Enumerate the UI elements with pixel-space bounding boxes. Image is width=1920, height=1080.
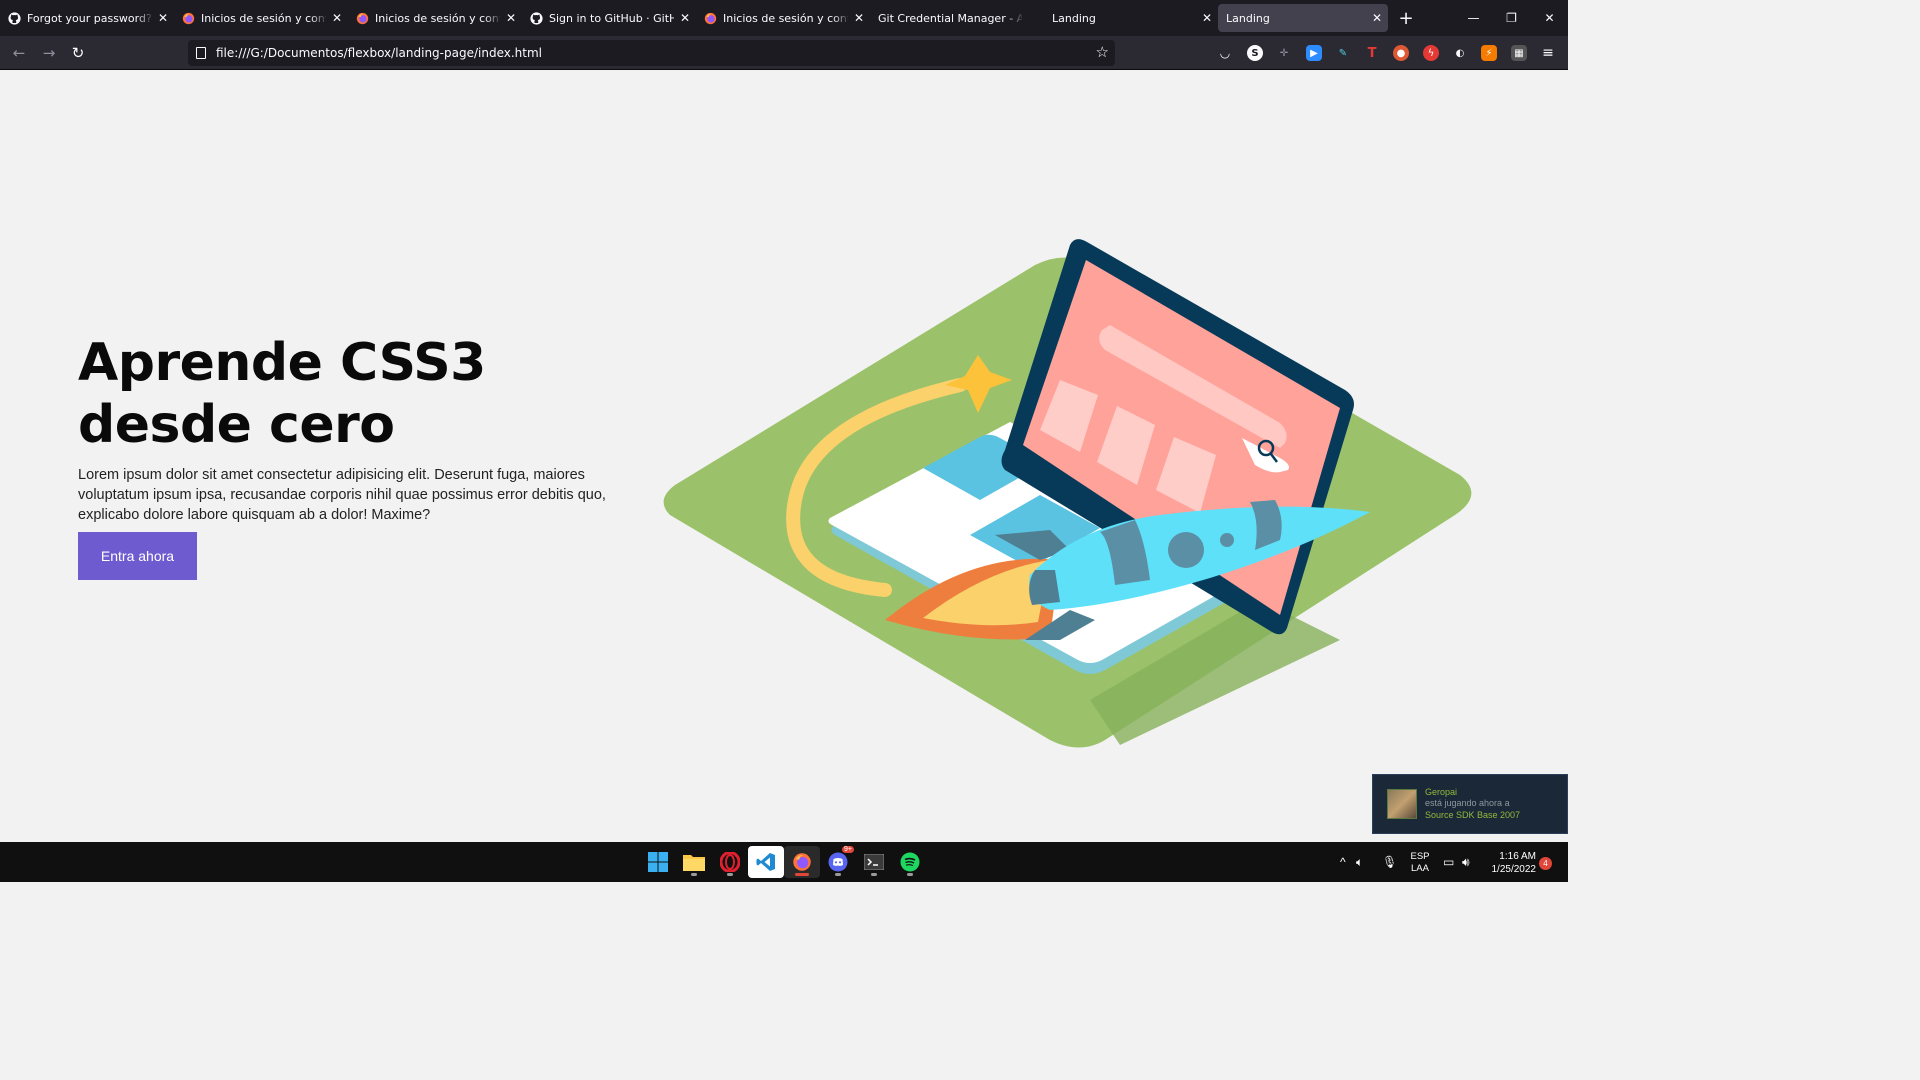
tab-fade — [136, 0, 154, 36]
tab-passwords-3[interactable]: Inicios de sesión y contraseñas ✕ — [696, 0, 870, 36]
cta-button[interactable]: Entra ahora — [78, 532, 197, 580]
extension-t-icon[interactable]: T — [1364, 45, 1380, 61]
hero-description: Lorem ipsum dolor sit amet consectetur a… — [78, 467, 606, 523]
spotify-icon[interactable] — [892, 846, 928, 878]
steam-friend-notification[interactable]: Geropai está jugando ahora a Source SDK … — [1372, 774, 1568, 834]
close-icon[interactable]: ✕ — [854, 11, 864, 25]
input-language[interactable]: ESP LAA — [1408, 851, 1432, 875]
bookmark-star-icon[interactable]: ☆ — [1096, 43, 1109, 61]
tab-fade — [310, 0, 328, 36]
hero-title: Aprende CSS3 desde cero — [78, 333, 486, 455]
running-indicator — [871, 873, 877, 876]
windows-start-icon[interactable] — [640, 846, 676, 878]
tab-landing-active[interactable]: Landing ✕ — [1218, 4, 1388, 32]
chevron-up-icon[interactable]: ^ — [1340, 842, 1346, 882]
friend-name: Geropai — [1425, 786, 1458, 797]
rocket-laptop-illustration — [663, 239, 1472, 748]
back-icon[interactable]: ← — [8, 42, 30, 64]
opera-icon[interactable] — [712, 846, 748, 878]
vscode-icon[interactable] — [748, 846, 784, 878]
terminal-icon[interactable] — [856, 846, 892, 878]
tab-git-credential-manager[interactable]: Git Credential Manager - Authentication — [870, 0, 1044, 36]
tab-fade — [484, 0, 502, 36]
tab-sign-in-github[interactable]: Sign in to GitHub · GitHub ✕ — [522, 0, 696, 36]
clock-date: 1/25/2022 — [1491, 864, 1537, 875]
file-explorer-icon[interactable] — [676, 846, 712, 878]
tab-title: Sign in to GitHub · GitHub — [549, 11, 674, 25]
running-indicator — [691, 873, 697, 876]
extension-s-icon[interactable]: S — [1247, 45, 1263, 61]
firefox-taskbar-icon[interactable] — [784, 846, 820, 878]
extension-zoom-icon[interactable]: ▶ — [1306, 45, 1322, 61]
firefox-icon — [182, 12, 195, 25]
microphone-icon[interactable]: 🎙︎ — [1382, 842, 1397, 882]
address-bar[interactable]: file:///G:/Documentos/flexbox/landing-pa… — [188, 40, 1115, 66]
speaker-icon[interactable]: 🔈︎ — [1356, 842, 1363, 882]
running-indicator — [835, 873, 841, 876]
forward-icon[interactable]: → — [38, 42, 60, 64]
firefox-icon — [356, 12, 369, 25]
running-indicator — [907, 873, 913, 876]
close-icon[interactable]: ✕ — [1202, 11, 1212, 25]
close-icon[interactable]: ✕ — [158, 11, 168, 25]
close-icon[interactable]: ✕ — [506, 11, 516, 25]
page-icon — [196, 47, 206, 59]
friend-game: Source SDK Base 2007 — [1425, 809, 1521, 820]
url-text[interactable]: file:///G:/Documentos/flexbox/landing-pa… — [216, 46, 542, 60]
tab-passwords-2[interactable]: Inicios de sesión y contraseñas ✕ — [348, 0, 522, 36]
clock-time: 1:16 AM — [1499, 851, 1536, 862]
notification-badge[interactable]: 4 — [1539, 857, 1552, 870]
github-icon — [530, 11, 543, 25]
extension-duckduckgo-icon[interactable]: ● — [1393, 45, 1409, 61]
extension-eyedropper-icon[interactable]: ✎ — [1335, 45, 1351, 61]
menu-icon[interactable]: ≡ — [1540, 45, 1556, 61]
tab-title: Inicios de sesión y contraseñas — [723, 11, 848, 25]
close-window-button[interactable]: ✕ — [1531, 0, 1568, 36]
tab-title: Landing — [1226, 11, 1270, 25]
tab-passwords-1[interactable]: Inicios de sesión y contraseñas ✕ — [174, 0, 348, 36]
new-tab-button[interactable]: + — [1388, 0, 1424, 36]
tab-fade — [832, 0, 850, 36]
reload-icon[interactable]: ↻ — [67, 42, 89, 64]
taskbar: 9+ ^ 🔈︎ 🎙︎ ESP LAA ▭ 🔊︎ 1:16 AM 1/25/202… — [0, 842, 1568, 882]
tab-forgot-password[interactable]: Forgot your password? · GitHub ✕ — [0, 0, 174, 36]
network-icon[interactable]: ▭ — [1443, 842, 1454, 882]
github-icon — [8, 11, 21, 25]
discord-icon[interactable]: 9+ — [820, 846, 856, 878]
extension-grid-icon[interactable]: ▦ — [1511, 45, 1527, 61]
tab-title: Landing — [1052, 11, 1096, 25]
avatar — [1387, 789, 1417, 819]
extension-dark-icon[interactable]: ◐ — [1452, 45, 1468, 61]
discord-badge: 9+ — [842, 846, 854, 853]
running-indicator — [727, 873, 733, 876]
tab-title: Forgot your password? · GitHub — [27, 11, 152, 25]
tab-fade — [1006, 0, 1024, 36]
firefox-icon — [704, 12, 717, 25]
navigation-toolbar: ← → ↻ file:///G:/Documentos/flexbox/land… — [0, 36, 1568, 70]
landing-page: Aprende CSS3 desde cero Lorem ipsum dolo… — [0, 70, 1568, 842]
close-icon[interactable]: ✕ — [1372, 11, 1382, 25]
tab-landing[interactable]: Landing ✕ — [1044, 0, 1218, 36]
tab-title: Inicios de sesión y contraseñas — [375, 11, 500, 25]
extension-bolt-icon[interactable]: ϟ — [1423, 45, 1439, 61]
language-code: ESP — [1410, 851, 1430, 862]
close-icon[interactable]: ✕ — [680, 11, 690, 25]
minimize-button[interactable]: — — [1455, 0, 1492, 36]
volume-icon[interactable]: 🔊︎ — [1462, 842, 1470, 882]
tab-title: Git Credential Manager - Authentication — [878, 11, 1022, 25]
extension-crosshair-icon[interactable]: ✛ — [1276, 45, 1292, 61]
running-indicator — [795, 873, 809, 876]
extension-orange-icon[interactable]: ⚡ — [1481, 45, 1497, 61]
pocket-icon[interactable]: ◡ — [1217, 45, 1233, 61]
friend-status: está jugando ahora a — [1425, 798, 1510, 809]
clock[interactable]: 1:16 AM 1/25/2022 — [1484, 850, 1537, 876]
restore-button[interactable]: ❐ — [1493, 0, 1530, 36]
keyboard-layout: LAA — [1411, 863, 1429, 874]
close-icon[interactable]: ✕ — [332, 11, 342, 25]
tab-title: Inicios de sesión y contraseñas — [201, 11, 326, 25]
tab-strip: Forgot your password? · GitHub ✕ Inicios… — [0, 0, 1568, 36]
